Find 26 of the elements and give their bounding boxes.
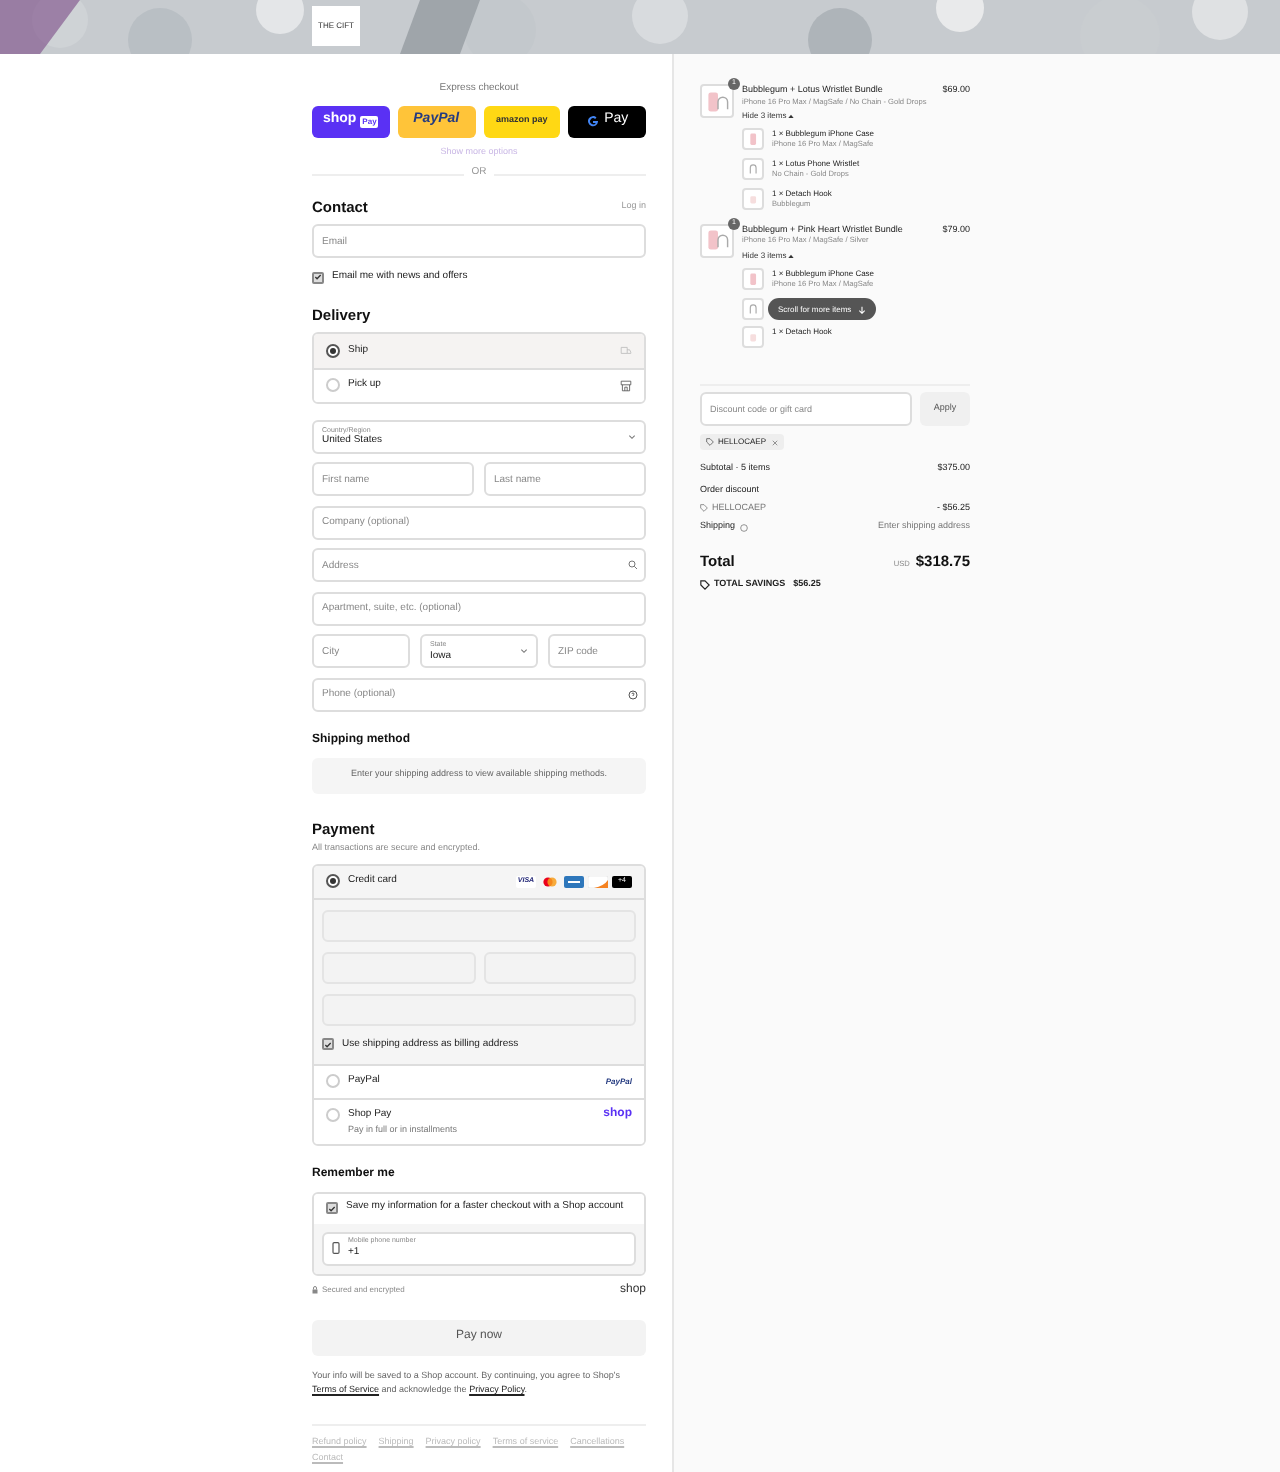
store-icon (620, 379, 632, 392)
tag-icon (700, 580, 710, 591)
search-icon (628, 560, 638, 571)
help-icon (739, 523, 748, 532)
tag-icon (700, 503, 708, 512)
checkbox[interactable] (322, 1038, 334, 1051)
radio-button[interactable] (326, 343, 340, 358)
chevron-down-icon (628, 433, 636, 440)
mobile-phone-icon (332, 1242, 340, 1254)
checkbox[interactable] (312, 271, 324, 284)
google-icon (586, 114, 601, 128)
chevron-down-icon (520, 648, 528, 655)
lock-icon (312, 1286, 318, 1294)
radio-button[interactable] (326, 874, 340, 889)
product-thumbnail (705, 228, 729, 252)
checkbox[interactable] (326, 1202, 338, 1214)
truck-icon (620, 345, 632, 356)
tag-icon (706, 438, 714, 446)
arrow-down-icon (857, 305, 866, 313)
caret-up-icon (788, 114, 795, 119)
mastercard-logo (540, 875, 560, 888)
product-thumbnail (705, 89, 729, 113)
help-icon (628, 689, 638, 700)
discover-logo (588, 875, 608, 888)
amex-logo (564, 875, 584, 888)
caret-up-icon (788, 253, 795, 258)
